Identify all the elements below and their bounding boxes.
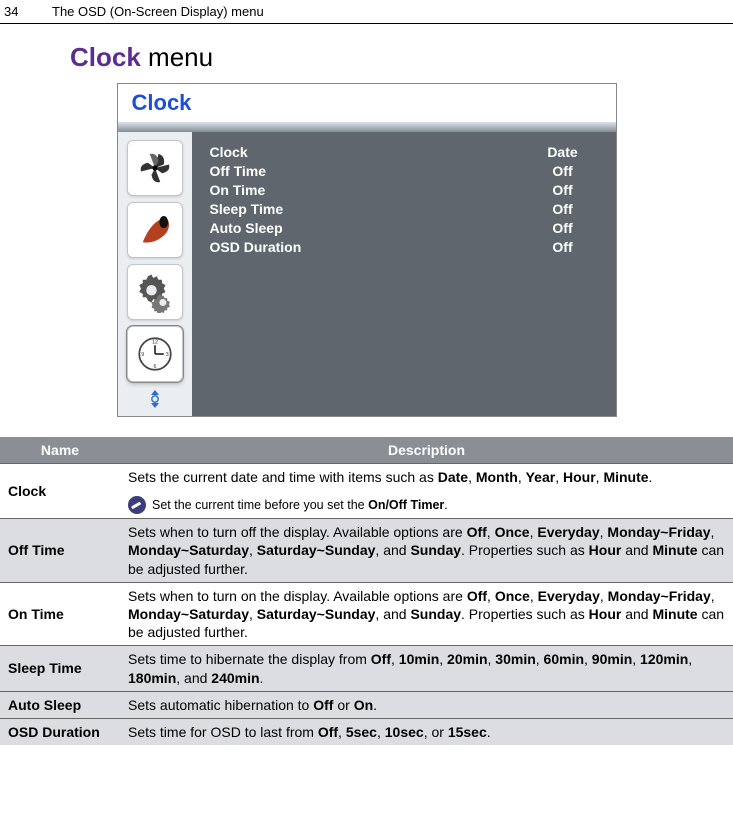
fan-icon[interactable] [127, 140, 183, 196]
col-header-description: Description [120, 437, 733, 464]
chapter-title: The OSD (On-Screen Display) menu [52, 4, 713, 19]
settings-icon[interactable] [127, 264, 183, 320]
row-desc: Sets time to hibernate the display from … [120, 646, 733, 691]
menu-row[interactable]: Auto SleepOff [210, 220, 598, 236]
table-row: On Time Sets when to turn on the display… [0, 582, 733, 646]
menu-label: Auto Sleep [210, 220, 528, 236]
osd-panel: Clock 12 3 6 9 [117, 83, 617, 417]
row-desc: Sets automatic hibernation to Off or On. [120, 691, 733, 718]
menu-value: Date [528, 144, 598, 160]
menu-value: Off [528, 163, 598, 179]
menu-row[interactable]: Sleep TimeOff [210, 201, 598, 217]
osd-sidebar: 12 3 6 9 [118, 132, 192, 416]
note: Set the current time before you set the … [128, 496, 725, 514]
menu-label: Sleep Time [210, 201, 528, 217]
pencil-icon [128, 496, 146, 514]
svg-text:3: 3 [165, 352, 168, 358]
row-name: Clock [0, 464, 120, 519]
header-rule [0, 23, 733, 24]
row-desc: Sets time for OSD to last from Off, 5sec… [120, 718, 733, 745]
menu-label: OSD Duration [210, 239, 528, 255]
table-row: Auto Sleep Sets automatic hibernation to… [0, 691, 733, 718]
osd-title: Clock [118, 84, 616, 122]
section-accent: Clock [70, 42, 141, 72]
menu-value: Off [528, 239, 598, 255]
table-row: Clock Sets the current date and time wit… [0, 464, 733, 519]
section-title: Clock menu [0, 42, 733, 73]
row-name: Auto Sleep [0, 691, 120, 718]
description-table: Name Description Clock Sets the current … [0, 437, 733, 745]
menu-value: Off [528, 201, 598, 217]
menu-value: Off [528, 182, 598, 198]
row-desc: Sets the current date and time with item… [120, 464, 733, 519]
section-rest: menu [141, 42, 213, 72]
row-name: Sleep Time [0, 646, 120, 691]
svg-text:12: 12 [152, 340, 158, 346]
table-row: OSD Duration Sets time for OSD to last f… [0, 718, 733, 745]
table-row: Off Time Sets when to turn off the displ… [0, 519, 733, 583]
clock-icon[interactable]: 12 3 6 9 [127, 326, 183, 382]
row-name: OSD Duration [0, 718, 120, 745]
menu-row[interactable]: ClockDate [210, 144, 598, 160]
menu-label: Clock [210, 144, 528, 160]
table-row: Sleep Time Sets time to hibernate the di… [0, 646, 733, 691]
menu-label: On Time [210, 182, 528, 198]
row-name: Off Time [0, 519, 120, 583]
nav-indicator-icon [147, 390, 163, 408]
row-name: On Time [0, 582, 120, 646]
menu-row[interactable]: On TimeOff [210, 182, 598, 198]
menu-value: Off [528, 220, 598, 236]
menu-row[interactable]: OSD DurationOff [210, 239, 598, 255]
col-header-name: Name [0, 437, 120, 464]
row-desc: Sets when to turn off the display. Avail… [120, 519, 733, 583]
osd-gradient [118, 122, 616, 132]
menu-label: Off Time [210, 163, 528, 179]
svg-text:6: 6 [153, 364, 156, 370]
svg-text:9: 9 [141, 352, 144, 358]
row-desc: Sets when to turn on the display. Availa… [120, 582, 733, 646]
osd-menu-list: ClockDate Off TimeOff On TimeOff Sleep T… [192, 132, 616, 416]
menu-row[interactable]: Off TimeOff [210, 163, 598, 179]
calibration-icon[interactable] [127, 202, 183, 258]
page-number: 34 [4, 4, 52, 19]
